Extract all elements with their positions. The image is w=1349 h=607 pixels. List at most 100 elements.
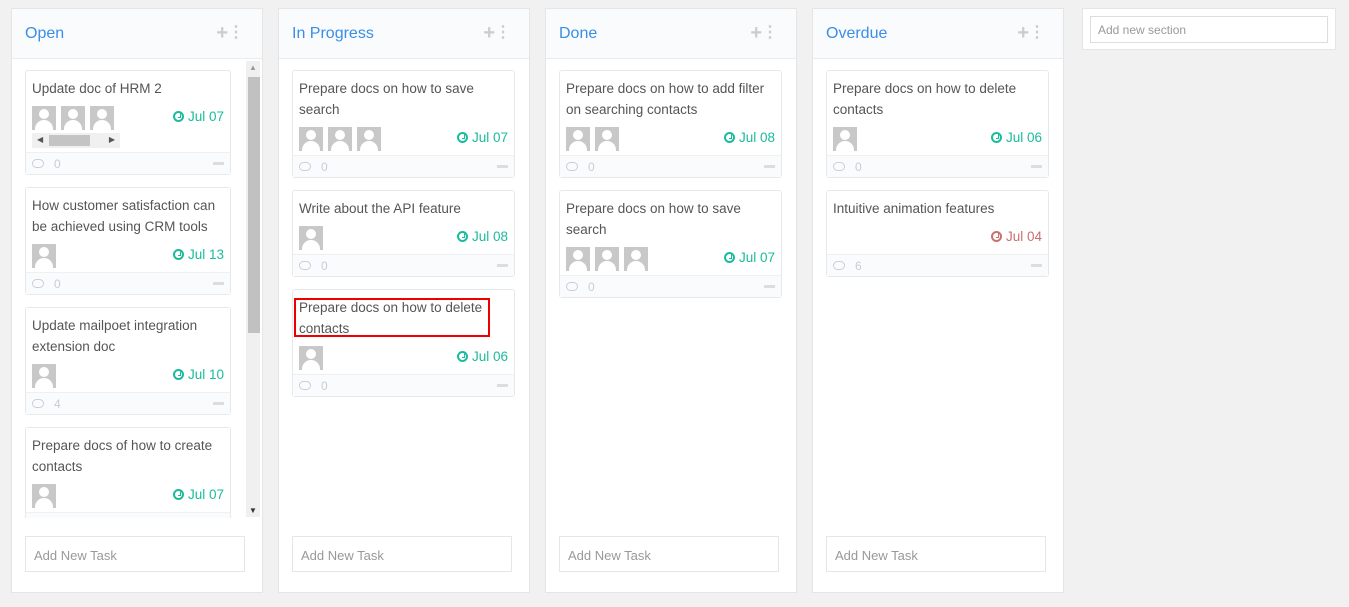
- task-card[interactable]: Prepare docs on how to save search Jul 0…: [292, 70, 515, 178]
- comment-icon[interactable]: [299, 381, 311, 390]
- more-options-icon[interactable]: ⋮: [495, 22, 511, 42]
- collapse-icon[interactable]: [1031, 264, 1042, 267]
- comment-count: 0: [321, 159, 328, 174]
- comment-icon[interactable]: [299, 261, 311, 270]
- task-card[interactable]: Prepare docs of how to create contacts J…: [25, 427, 231, 518]
- collapse-icon[interactable]: [213, 402, 224, 405]
- clock-icon: [172, 369, 184, 380]
- task-title[interactable]: Update doc of HRM 2: [32, 78, 224, 99]
- comment-icon[interactable]: [32, 159, 44, 168]
- task-footer: 0: [26, 512, 230, 518]
- add-new-task-input[interactable]: Add New Task: [25, 536, 245, 572]
- task-card[interactable]: Prepare docs on how to delete contacts J…: [826, 70, 1049, 178]
- add-new-task-input[interactable]: Add New Task: [292, 536, 512, 572]
- assignees: [32, 106, 120, 130]
- comment-count: 0: [54, 156, 61, 171]
- comment-icon[interactable]: [566, 282, 578, 291]
- task-title[interactable]: How customer satisfaction can be achieve…: [32, 195, 224, 237]
- section-header: Overdue + ⋮: [813, 9, 1063, 59]
- task-title[interactable]: Prepare docs on how to delete contacts: [299, 297, 508, 339]
- collapse-icon[interactable]: [497, 384, 508, 387]
- collapse-icon[interactable]: [764, 285, 775, 288]
- section-header: Open + ⋮: [12, 9, 262, 59]
- avatar: [566, 127, 590, 151]
- task-title[interactable]: Intuitive animation features: [833, 198, 1042, 219]
- collapse-icon[interactable]: [1031, 165, 1042, 168]
- collapse-icon[interactable]: [497, 165, 508, 168]
- section-title: Overdue: [826, 25, 888, 42]
- comment-icon[interactable]: [833, 261, 845, 270]
- assignees: [299, 346, 323, 370]
- task-list: Prepare docs on how to delete contacts J…: [826, 70, 1049, 518]
- comment-icon[interactable]: [566, 162, 578, 171]
- add-task-plus-icon[interactable]: +: [216, 22, 228, 45]
- more-options-icon[interactable]: ⋮: [762, 22, 778, 42]
- avatar: [90, 106, 114, 130]
- task-card[interactable]: Intuitive animation features Jul 04 6: [826, 190, 1049, 277]
- task-card[interactable]: Prepare docs on how to save search Jul 0…: [559, 190, 782, 298]
- collapse-icon[interactable]: [497, 264, 508, 267]
- comment-icon[interactable]: [32, 279, 44, 288]
- collapse-icon[interactable]: [764, 165, 775, 168]
- avatar: [328, 127, 352, 151]
- task-card[interactable]: Update mailpoet integration extension do…: [25, 307, 231, 415]
- task-card[interactable]: Prepare docs on how to add filter on sea…: [559, 70, 782, 178]
- section-title: In Progress: [292, 25, 374, 42]
- task-title[interactable]: Prepare docs on how to save search: [566, 198, 775, 240]
- avatar: [299, 127, 323, 151]
- task-card[interactable]: Write about the API feature Jul 08 0: [292, 190, 515, 277]
- add-task-plus-icon[interactable]: +: [483, 22, 495, 45]
- task-title[interactable]: Write about the API feature: [299, 198, 508, 219]
- task-title[interactable]: Prepare docs on how to save search: [299, 78, 508, 120]
- avatar: [624, 247, 648, 271]
- task-card[interactable]: Update doc of HRM 2 ◀ ▶ Jul 07 0: [25, 70, 231, 175]
- avatar: [299, 226, 323, 250]
- section-title: Done: [559, 25, 598, 42]
- more-options-icon[interactable]: ⋮: [1029, 22, 1045, 42]
- section-open: Open + ⋮ Update doc of HRM 2 ◀ ▶ Jul 07 0…: [11, 8, 263, 593]
- due-date: Jul 08: [723, 130, 775, 145]
- collapse-icon[interactable]: [213, 162, 224, 165]
- add-task-plus-icon[interactable]: +: [750, 22, 762, 45]
- task-footer: 0: [26, 272, 230, 294]
- assignees: [32, 244, 56, 268]
- horizontal-scrollbar[interactable]: ◀ ▶: [32, 133, 120, 148]
- task-title[interactable]: Update mailpoet integration extension do…: [32, 315, 224, 357]
- due-date: Jul 06: [456, 349, 508, 364]
- clock-icon: [172, 111, 184, 122]
- task-footer: 0: [293, 374, 514, 396]
- add-new-task-input[interactable]: Add New Task: [826, 536, 1046, 572]
- comment-icon[interactable]: [833, 162, 845, 171]
- collapse-icon[interactable]: [213, 282, 224, 285]
- section-title: Open: [25, 25, 65, 42]
- vertical-scrollbar[interactable]: ▲ ▼: [246, 61, 260, 517]
- comment-count: 4: [54, 396, 61, 411]
- task-card[interactable]: How customer satisfaction can be achieve…: [25, 187, 231, 295]
- task-title[interactable]: Prepare docs of how to create contacts: [32, 435, 224, 477]
- task-title[interactable]: Prepare docs on how to add filter on sea…: [566, 78, 775, 120]
- more-options-icon[interactable]: ⋮: [228, 22, 244, 42]
- comment-count: 0: [855, 159, 862, 174]
- clock-icon: [172, 249, 184, 260]
- avatar: [32, 364, 56, 388]
- comment-icon[interactable]: [299, 162, 311, 171]
- assignees: [566, 247, 648, 271]
- assignees: [299, 226, 323, 250]
- clock-icon: [172, 489, 184, 500]
- add-new-task-input[interactable]: Add New Task: [559, 536, 779, 572]
- avatar: [61, 106, 85, 130]
- comment-icon[interactable]: [32, 399, 44, 408]
- add-section-input[interactable]: [1090, 16, 1328, 43]
- due-date: Jul 04: [990, 229, 1042, 244]
- add-task-plus-icon[interactable]: +: [1017, 22, 1029, 45]
- avatar: [32, 106, 56, 130]
- assignees: [566, 127, 619, 151]
- comment-count: 0: [54, 517, 213, 519]
- clock-icon: [990, 231, 1002, 242]
- task-title[interactable]: Prepare docs on how to delete contacts: [833, 78, 1042, 120]
- assignees: [32, 364, 56, 388]
- task-card[interactable]: Prepare docs on how to delete contacts J…: [292, 289, 515, 397]
- due-date: Jul 13: [172, 247, 224, 262]
- assignees: [32, 484, 56, 508]
- comment-count: 0: [588, 159, 595, 174]
